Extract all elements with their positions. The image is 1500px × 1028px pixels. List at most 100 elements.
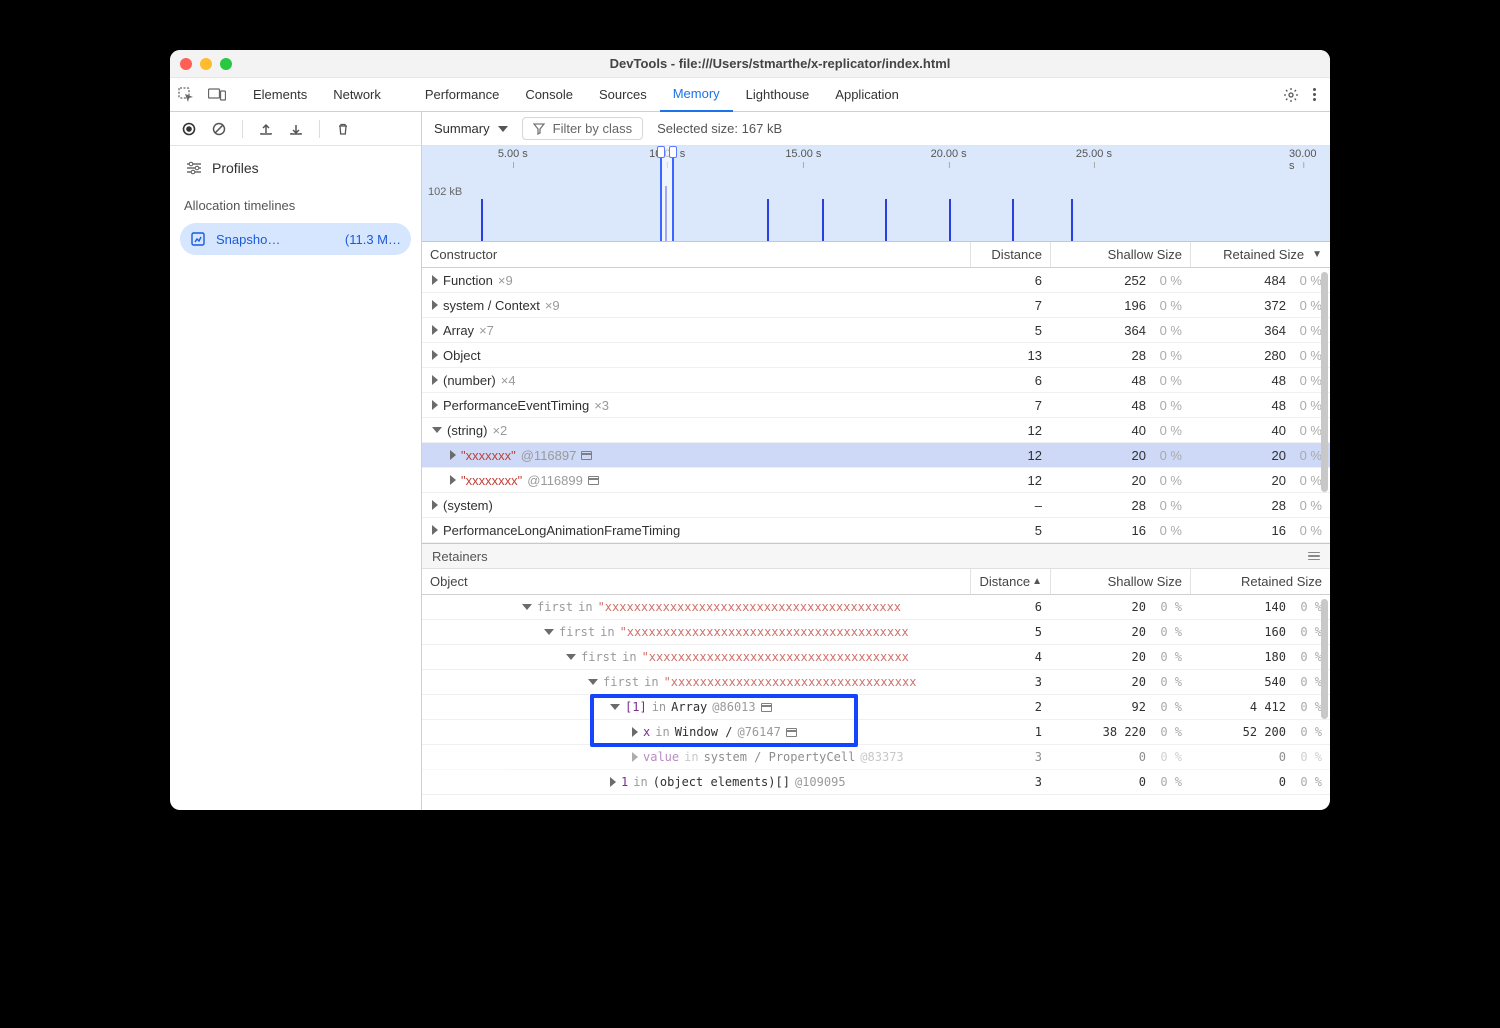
retainers-header: Object Distance▲ Shallow Size Retained S…	[422, 569, 1330, 595]
disclosure-closed-icon[interactable]	[432, 375, 438, 385]
disclosure-open-icon[interactable]	[566, 654, 576, 660]
memory-main: Summary Filter by class Selected size: 1…	[422, 112, 1330, 810]
table-row[interactable]: Function ×962520 %4840 %	[422, 268, 1330, 293]
main-toolbar: Summary Filter by class Selected size: 1…	[422, 112, 1330, 146]
brush-handle-left[interactable]	[657, 146, 665, 158]
disclosure-closed-icon[interactable]	[432, 525, 438, 535]
inspect-icon[interactable]	[178, 87, 194, 103]
table-row[interactable]: PerformanceEventTiming ×37480 %480 %	[422, 393, 1330, 418]
filter-placeholder: Filter by class	[553, 121, 632, 136]
retainer-row[interactable]: first in "xxxxxxxxxxxxxxxxxxxxxxxxxxxxxx…	[422, 670, 1330, 695]
col-constructor[interactable]: Constructor	[422, 242, 970, 267]
table-row[interactable]: "xxxxxxxx" @116899 12200 %200 %	[422, 468, 1330, 493]
retainer-row[interactable]: first in "xxxxxxxxxxxxxxxxxxxxxxxxxxxxxx…	[422, 595, 1330, 620]
clear-icon[interactable]	[212, 122, 226, 136]
more-icon[interactable]	[1313, 87, 1316, 103]
rcol-retained[interactable]: Retained Size	[1190, 569, 1330, 594]
disclosure-closed-icon[interactable]	[610, 777, 616, 787]
disclosure-open-icon[interactable]	[544, 629, 554, 635]
disclosure-closed-icon[interactable]	[432, 400, 438, 410]
table-row[interactable]: system / Context ×971960 %3720 %	[422, 293, 1330, 318]
retainers-rows: first in "xxxxxxxxxxxxxxxxxxxxxxxxxxxxxx…	[422, 595, 1330, 795]
rcol-shallow[interactable]: Shallow Size	[1050, 569, 1190, 594]
brush-handle-right[interactable]	[669, 146, 677, 158]
col-retained[interactable]: Retained Size▼	[1190, 242, 1330, 267]
window-icon	[588, 476, 599, 485]
filter-icon	[533, 123, 545, 135]
disclosure-closed-icon[interactable]	[632, 752, 638, 762]
tab-sources[interactable]: Sources	[586, 78, 660, 112]
sidebar-section-title: Allocation timelines	[170, 182, 421, 223]
timeline-bars	[422, 164, 1330, 241]
disclosure-open-icon[interactable]	[522, 604, 532, 610]
scrollbar[interactable]	[1321, 272, 1328, 492]
disclosure-closed-icon[interactable]	[632, 727, 638, 737]
sidebar-toolbar	[170, 112, 421, 146]
tab-performance[interactable]: Performance	[412, 78, 512, 112]
save-icon[interactable]	[289, 122, 303, 136]
retainer-row[interactable]: x in Window / @76147 138 2200 %52 2000 %	[422, 720, 1330, 745]
tab-application[interactable]: Application	[822, 78, 912, 112]
disclosure-closed-icon[interactable]	[432, 325, 438, 335]
retainer-row[interactable]: value in system / PropertyCell @83373 30…	[422, 745, 1330, 770]
table-row[interactable]: Object13280 %2800 %	[422, 343, 1330, 368]
disclosure-closed-icon[interactable]	[432, 300, 438, 310]
table-row[interactable]: "xxxxxxx" @116897 12200 %200 %	[422, 443, 1330, 468]
tab-memory[interactable]: Memory	[660, 78, 733, 112]
rcol-object[interactable]: Object	[422, 569, 970, 594]
view-selector[interactable]: Summary	[434, 121, 508, 136]
table-row[interactable]: Array ×753640 %3640 %	[422, 318, 1330, 343]
snapshot-item[interactable]: Snapsho… (11.3 M…	[180, 223, 411, 255]
retainer-row[interactable]: first in "xxxxxxxxxxxxxxxxxxxxxxxxxxxxxx…	[422, 645, 1330, 670]
rcol-distance[interactable]: Distance▲	[970, 569, 1050, 594]
allocation-timeline[interactable]: 5.00 s 10.00 s 15.00 s 20.00 s 25.00 s 3…	[422, 146, 1330, 242]
col-shallow[interactable]: Shallow Size	[1050, 242, 1190, 267]
disclosure-open-icon[interactable]	[610, 704, 620, 710]
disclosure-closed-icon[interactable]	[450, 475, 456, 485]
close-icon[interactable]	[180, 58, 192, 70]
tick: 5.00 s	[498, 148, 528, 160]
retainer-row[interactable]: first in "xxxxxxxxxxxxxxxxxxxxxxxxxxxxxx…	[422, 620, 1330, 645]
disclosure-open-icon[interactable]	[588, 679, 598, 685]
disclosure-closed-icon[interactable]	[432, 350, 438, 360]
tab-console[interactable]: Console	[512, 78, 586, 112]
timeline-selection[interactable]	[660, 146, 675, 241]
load-icon[interactable]	[259, 122, 273, 136]
selected-size: Selected size: 167 kB	[657, 121, 782, 136]
gear-icon[interactable]	[1283, 87, 1299, 103]
retainers-menu-icon[interactable]	[1308, 552, 1320, 561]
tab-network[interactable]: Network	[320, 78, 394, 112]
window-title: DevTools - file:///Users/stmarthe/x-repl…	[240, 56, 1320, 71]
sliders-icon	[186, 161, 202, 175]
table-row[interactable]: (number) ×46480 %480 %	[422, 368, 1330, 393]
sort-asc-icon: ▲	[1032, 576, 1042, 587]
devtools-window: DevTools - file:///Users/stmarthe/x-repl…	[170, 50, 1330, 810]
titlebar: DevTools - file:///Users/stmarthe/x-repl…	[170, 50, 1330, 78]
retainer-row[interactable]: [1] in Array @86013 2920 %4 4120 %	[422, 695, 1330, 720]
table-row[interactable]: (string) ×212400 %400 %	[422, 418, 1330, 443]
disclosure-closed-icon[interactable]	[432, 275, 438, 285]
disclosure-closed-icon[interactable]	[450, 450, 456, 460]
table-row[interactable]: PerformanceLongAnimationFrameTiming5160 …	[422, 518, 1330, 543]
table-row[interactable]: (system)–280 %280 %	[422, 493, 1330, 518]
chevron-down-icon	[498, 126, 508, 132]
disclosure-closed-icon[interactable]	[432, 500, 438, 510]
tab-lighthouse[interactable]: Lighthouse	[733, 78, 823, 112]
col-distance[interactable]: Distance	[970, 242, 1050, 267]
record-icon[interactable]	[182, 122, 196, 136]
profiles-group[interactable]: Profiles	[170, 146, 421, 182]
zoom-icon[interactable]	[220, 58, 232, 70]
window-icon	[761, 703, 772, 712]
scrollbar[interactable]	[1321, 599, 1328, 719]
minimize-icon[interactable]	[200, 58, 212, 70]
disclosure-open-icon[interactable]	[432, 427, 442, 433]
profiles-sidebar: Profiles Allocation timelines Snapsho… (…	[170, 112, 422, 810]
class-filter[interactable]: Filter by class	[522, 117, 643, 140]
delete-icon[interactable]	[336, 122, 350, 136]
tick: 25.00 s	[1076, 148, 1112, 160]
device-toggle-icon[interactable]	[208, 87, 226, 103]
tab-elements[interactable]: Elements	[240, 78, 320, 112]
window-controls	[180, 58, 232, 70]
sort-desc-icon: ▼	[1312, 249, 1322, 260]
retainer-row[interactable]: 1 in (object elements)[] @109095 300 %00…	[422, 770, 1330, 795]
